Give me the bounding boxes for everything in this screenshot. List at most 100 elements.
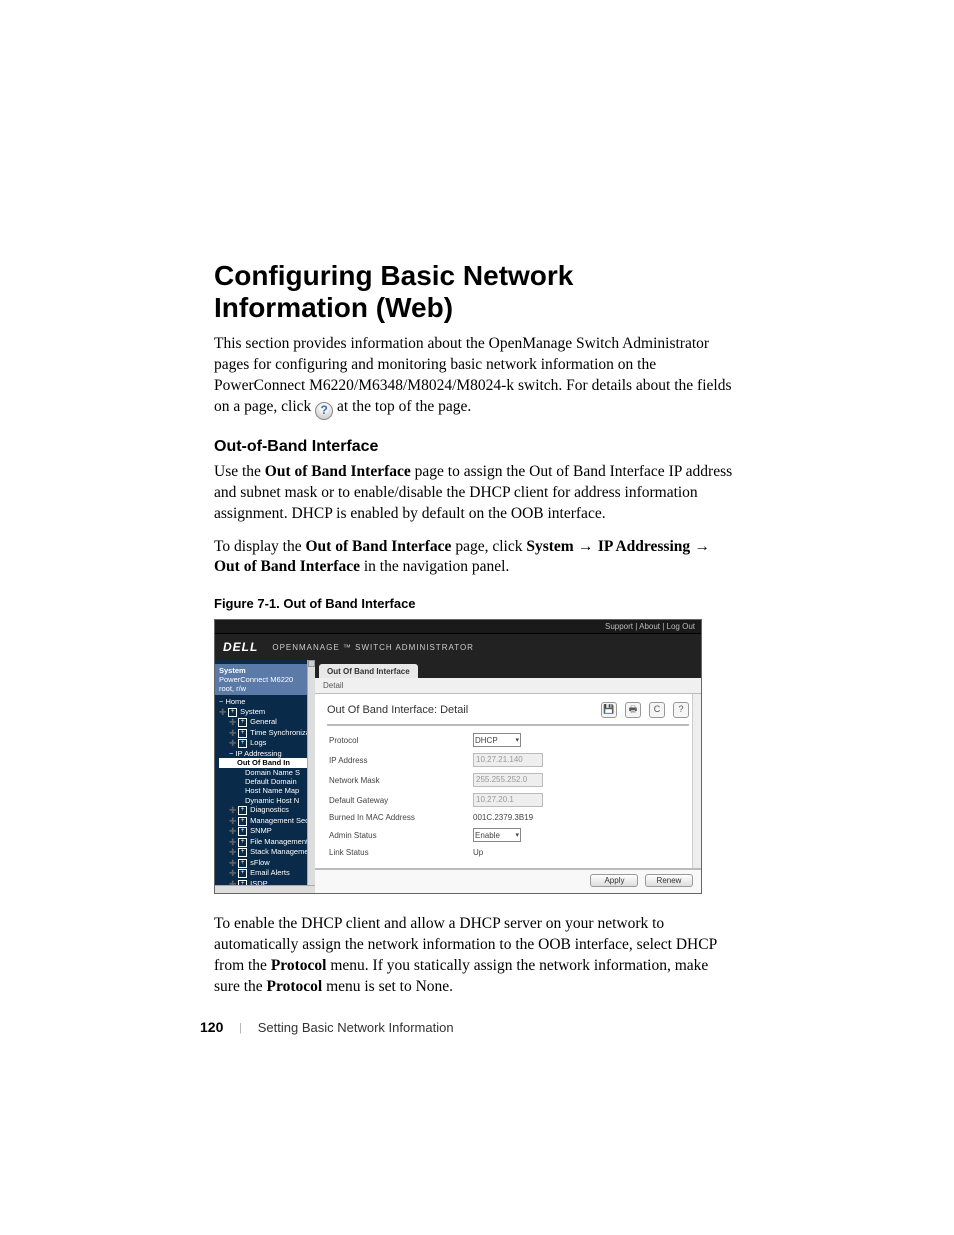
nav-sys-l1: System [219, 666, 311, 675]
expand-icon[interactable]: + [238, 838, 247, 847]
nav-item[interactable]: +Logs [219, 738, 307, 749]
nav-item[interactable]: +Stack Management [219, 847, 307, 858]
subsection-heading: Out-of-Band Interface [214, 438, 734, 456]
main-tab[interactable]: Out Of Band Interface [319, 664, 418, 679]
p2-bold: Out of Band Interface [265, 463, 411, 480]
nav-item[interactable]: IP Addressing [219, 749, 307, 758]
nav-item-label: Email Alerts [250, 868, 290, 877]
nav-item-label: System [240, 707, 265, 716]
p2-a: Use the [214, 463, 265, 480]
field-value-cell: 001C.2379.3B19 [471, 810, 689, 825]
nav-item[interactable]: Host Name Map [219, 786, 307, 795]
nav-item[interactable]: +System [219, 707, 307, 718]
footer-title: Setting Basic Network Information [258, 1020, 454, 1035]
expand-icon[interactable]: + [238, 739, 247, 748]
readonly-network-mask: 255.255.252.0 [473, 773, 543, 787]
p3-bold4: Out of Band Interface [214, 558, 360, 575]
nav-item-label: SNMP [250, 826, 272, 835]
nav-item[interactable]: Out Of Band In [219, 758, 307, 767]
field-label: Admin Status [327, 825, 471, 845]
nav-item[interactable]: +Diagnostics [219, 805, 307, 816]
field-label: Burned In MAC Address [327, 810, 471, 825]
help-icon[interactable]: ? [673, 702, 689, 718]
nav-item[interactable]: +Email Alerts [219, 868, 307, 879]
shot-brand-bar: DELL OPENMANAGE ™ SWITCH ADMINISTRATOR [215, 634, 701, 660]
expand-icon[interactable]: + [238, 859, 247, 868]
field-row: ProtocolDHCP [327, 730, 689, 750]
nav-item[interactable]: +File Management [219, 837, 307, 848]
p3-b: page, click [451, 538, 526, 555]
expand-icon[interactable]: + [238, 718, 247, 727]
field-label: Default Gateway [327, 790, 471, 810]
nav-tree[interactable]: System PowerConnect M6220 root, r/w Home… [215, 660, 315, 893]
nav-item[interactable]: Domain Name S [219, 768, 307, 777]
print-icon[interactable]: 🖶 [625, 702, 641, 718]
nav-item-label: Dynamic Host N [245, 796, 299, 805]
detail-panel: Out Of Band Interface: Detail 💾 🖶 C ? Pr… [315, 694, 701, 868]
fields-table: ProtocolDHCPIP Address10.27.21.140Networ… [327, 730, 689, 860]
expand-icon[interactable]: + [228, 708, 237, 717]
page-footer: 120 | Setting Basic Network Information [200, 1019, 454, 1035]
nav-item[interactable]: +Management Security [219, 816, 307, 827]
nav-sys-l3: root, r/w [219, 684, 311, 693]
expand-icon[interactable]: + [238, 817, 247, 826]
section-heading: Configuring Basic Network Information (W… [214, 260, 734, 324]
sub-tab[interactable]: Detail [315, 678, 701, 694]
nav-item-label: Stack Management [250, 847, 307, 856]
readonly-ip-address: 10.27.21.140 [473, 753, 543, 767]
intro-text-a: This section provides information about … [214, 335, 732, 415]
nav-item[interactable]: Default Domain [219, 777, 307, 786]
expand-icon[interactable]: + [238, 827, 247, 836]
refresh-icon[interactable]: C [649, 702, 665, 718]
nav-item-label: Management Security [250, 816, 307, 825]
select-protocol[interactable]: DHCP [473, 733, 521, 747]
nav-item[interactable]: Dynamic Host N [219, 796, 307, 805]
expand-icon[interactable]: + [238, 869, 247, 878]
nav-item[interactable]: +sFlow [219, 858, 307, 869]
field-value-cell: 255.255.252.0 [471, 770, 689, 790]
nav-item[interactable]: +SNMP [219, 826, 307, 837]
page-number: 120 [200, 1019, 223, 1035]
expand-icon[interactable]: + [238, 729, 247, 738]
paragraph-2: Use the Out of Band Interface page to as… [214, 462, 734, 525]
apply-button[interactable]: Apply [590, 874, 638, 887]
nav-sys-l2: PowerConnect M6220 [219, 675, 311, 684]
nav-item-label: Diagnostics [250, 805, 289, 814]
app-title: OPENMANAGE ™ SWITCH ADMINISTRATOR [272, 643, 474, 652]
p3-a: To display the [214, 538, 305, 555]
field-value-cell: 10.27.20.1 [471, 790, 689, 810]
panel-title: Out Of Band Interface: Detail [327, 704, 468, 716]
field-value-cell: Up [471, 845, 689, 860]
save-icon[interactable]: 💾 [601, 702, 617, 718]
shot-top-links[interactable]: Support | About | Log Out [215, 620, 701, 634]
select-admin-status[interactable]: Enable [473, 828, 521, 842]
nav-system-block: System PowerConnect M6220 root, r/w [215, 664, 315, 695]
nav-item[interactable]: Home [219, 697, 307, 706]
nav-vscrollbar[interactable] [307, 660, 315, 893]
button-row: Apply Renew [315, 868, 701, 893]
nav-item-label: Host Name Map [245, 786, 299, 795]
content-panel: Out Of Band Interface Detail Out Of Band… [315, 660, 701, 893]
field-row: IP Address10.27.21.140 [327, 750, 689, 770]
nav-item[interactable]: +General [219, 717, 307, 728]
expand-icon[interactable]: + [238, 806, 247, 815]
expand-icon[interactable]: + [238, 848, 247, 857]
p3-c: in the navigation panel. [360, 558, 509, 575]
nav-item-label: Default Domain [245, 777, 297, 786]
nav-item-label: Logs [250, 738, 266, 747]
nav-item[interactable]: +Time Synchronization [219, 728, 307, 739]
field-label: IP Address [327, 750, 471, 770]
renew-button[interactable]: Renew [645, 874, 693, 887]
field-label: Link Status [327, 845, 471, 860]
intro-text-b: at the top of the page. [337, 398, 471, 415]
content-vscrollbar[interactable] [692, 694, 701, 868]
field-value-cell: 10.27.21.140 [471, 750, 689, 770]
value-burned-in-mac-address: 001C.2379.3B19 [473, 813, 533, 822]
paragraph-4: To enable the DHCP client and allow a DH… [214, 914, 734, 998]
field-value-cell: DHCP [471, 730, 689, 750]
field-row: Default Gateway10.27.20.1 [327, 790, 689, 810]
readonly-default-gateway: 10.27.20.1 [473, 793, 543, 807]
nav-hscrollbar[interactable] [215, 885, 315, 893]
field-row: Burned In MAC Address001C.2379.3B19 [327, 810, 689, 825]
dell-logo: DELL [223, 640, 258, 654]
